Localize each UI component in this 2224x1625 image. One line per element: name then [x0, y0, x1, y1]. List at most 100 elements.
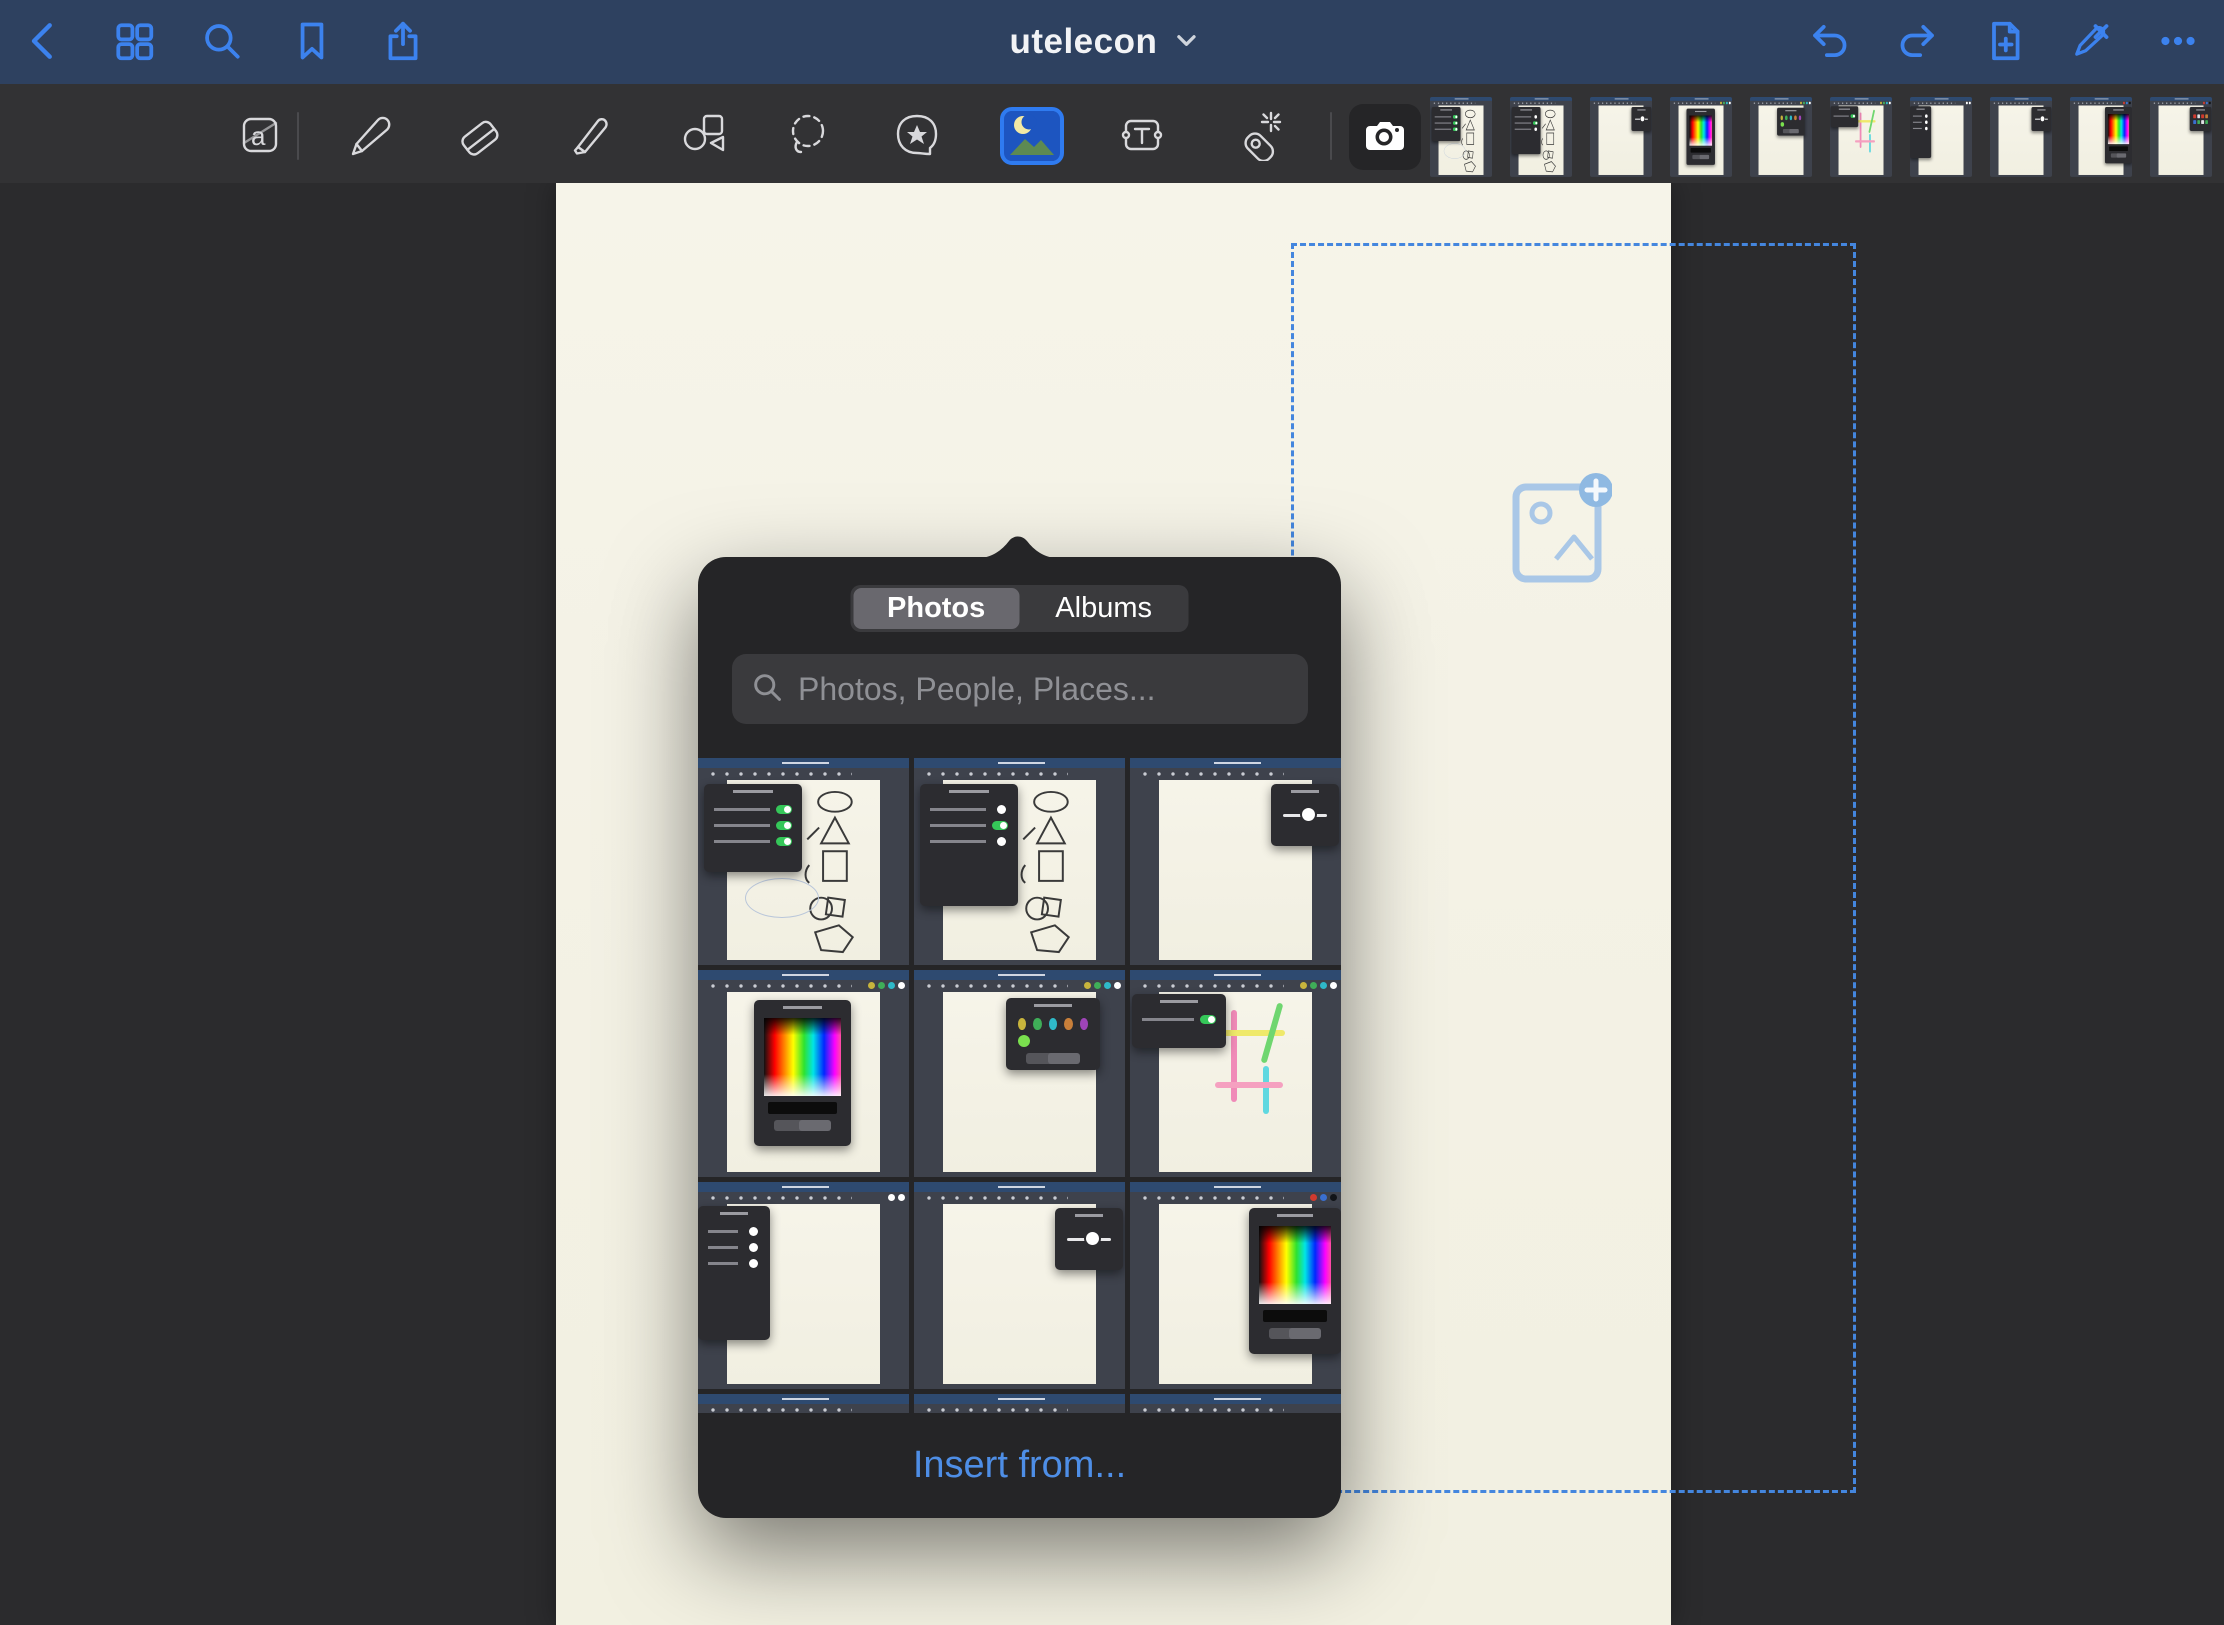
mini-screenshot-spectrum-center: [698, 970, 909, 1177]
app-window: utelecon a: [0, 0, 2224, 1625]
text-tool-icon: [1116, 109, 1168, 164]
tool-lasso[interactable]: [779, 107, 837, 165]
back-button[interactable]: [17, 14, 73, 70]
sticker-star-icon: [891, 109, 943, 164]
mini-screenshot-swatch-menu: [2150, 97, 2212, 177]
toolbar-divider: [297, 112, 299, 160]
photo-thumbnail-partial-row-screenshot-3[interactable]: [1130, 1394, 1341, 1413]
photo-thumbnail-highlighter-color-presets-screenshot[interactable]: [914, 970, 1125, 1177]
ellipsis-icon: [2156, 19, 2200, 66]
image-tool-icon: [1006, 109, 1058, 164]
photo-thumbnail-highlighter-lines-screenshot[interactable]: [1130, 970, 1341, 1177]
undo-button[interactable]: [1802, 14, 1858, 70]
photo-thumbnail-shape-tool-screenshot[interactable]: [914, 758, 1125, 965]
laser-pointer-icon: [1233, 109, 1285, 164]
photo-thumbnail-highlighter-color-picker-screenshot[interactable]: [698, 970, 909, 1177]
recent-photos-strip: [1430, 97, 2224, 177]
share-icon: [381, 19, 425, 66]
mini-screenshot-thickness-popover: [914, 1182, 1125, 1389]
search-icon: [200, 19, 244, 66]
photo-thumbnail-partial-row-screenshot-2[interactable]: [914, 1394, 1125, 1413]
mini-screenshot-blank: [698, 1394, 909, 1413]
tool-highlighter[interactable]: [562, 107, 620, 165]
document-title-group[interactable]: utelecon: [1009, 0, 1199, 84]
document-title: utelecon: [1009, 22, 1157, 62]
mini-screenshot-eraser-menu: [1910, 97, 1972, 177]
search-icon: [750, 670, 784, 709]
tool-elements[interactable]: [888, 107, 946, 165]
mini-screenshot-spectrum-right: [1130, 1182, 1341, 1389]
recent-photo-thumbnail[interactable]: [1830, 97, 1892, 177]
mini-screenshot-highlighter-strokes: [1830, 97, 1892, 177]
eraser-icon: [453, 109, 505, 164]
photo-search-input[interactable]: [798, 671, 1290, 708]
photo-thumbnail-eraser-options-screenshot[interactable]: [698, 1182, 909, 1389]
image-drop-region[interactable]: [1291, 243, 1856, 1493]
more-button[interactable]: [2150, 14, 2206, 70]
highlighter-icon: [565, 109, 617, 164]
canvas-area: PhotosAlbums Insert from...: [0, 183, 2224, 1625]
redo-icon: [1895, 19, 1939, 66]
tool-shapes[interactable]: [675, 107, 733, 165]
recent-photo-thumbnail[interactable]: [1510, 97, 1572, 177]
pen-off-button[interactable]: [2062, 14, 2118, 70]
lasso-icon: [782, 109, 834, 164]
tool-pen[interactable]: [341, 107, 399, 165]
tool-laser-pointer[interactable]: [1230, 107, 1288, 165]
mini-screenshot-shape-menu: [914, 758, 1125, 965]
photo-thumbnail-highlighter-thickness-screenshot[interactable]: [1130, 758, 1341, 965]
pen-icon: [344, 109, 396, 164]
recent-photo-thumbnail[interactable]: [2070, 97, 2132, 177]
mini-screenshot-spectrum-center: [1670, 97, 1732, 177]
svg-text:a: a: [251, 121, 266, 151]
tab-albums[interactable]: Albums: [1021, 588, 1186, 629]
photo-search-field[interactable]: [732, 654, 1308, 724]
photo-thumbnail-pen-color-picker-screenshot[interactable]: [1130, 1182, 1341, 1389]
search-button[interactable]: [194, 14, 250, 70]
photo-thumbnail-pen-thickness-screenshot[interactable]: [914, 1182, 1125, 1389]
top-nav-bar: utelecon: [0, 0, 2224, 84]
chevron-down-icon: [1173, 27, 1199, 58]
mini-screenshot-thickness-popover: [1130, 758, 1341, 965]
mini-screenshot-blank: [914, 1394, 1125, 1413]
recent-photo-thumbnail[interactable]: [1990, 97, 2052, 177]
tool-image-selected[interactable]: [1000, 107, 1064, 165]
tab-photos[interactable]: Photos: [853, 588, 1019, 629]
tool-zoom-writing[interactable]: a: [229, 107, 287, 165]
mini-screenshot-color-dots: [914, 970, 1125, 1177]
mini-screenshot-spectrum-right: [2070, 97, 2132, 177]
mini-screenshot-color-dots: [1750, 97, 1812, 177]
add-page-icon: [1983, 19, 2027, 66]
grid-icon: [112, 19, 156, 66]
mini-screenshot-thickness-popover: [1990, 97, 2052, 177]
tool-text[interactable]: [1113, 107, 1171, 165]
tools-toolbar: a: [0, 84, 2224, 183]
insert-from-button[interactable]: Insert from...: [698, 1413, 1341, 1518]
recent-photo-thumbnail[interactable]: [1590, 97, 1652, 177]
photo-thumbnail-partial-row-screenshot-1[interactable]: [698, 1394, 909, 1413]
bookmark-icon: [290, 19, 334, 66]
undo-icon: [1808, 19, 1852, 66]
zoom-writing-icon: a: [232, 109, 284, 164]
bookmark-button[interactable]: [284, 14, 340, 70]
photos-albums-tabs: PhotosAlbums: [850, 585, 1189, 632]
redo-button[interactable]: [1889, 14, 1945, 70]
recent-photo-thumbnail[interactable]: [1670, 97, 1732, 177]
page-thumbnails-button[interactable]: [106, 14, 162, 70]
share-button[interactable]: [375, 14, 431, 70]
photo-thumbnail-lasso-tool-screenshot[interactable]: [698, 758, 909, 965]
recent-photo-thumbnail[interactable]: [1750, 97, 1812, 177]
camera-icon: [1362, 113, 1408, 162]
image-placeholder-add-icon[interactable]: [1508, 463, 1612, 583]
mini-screenshot-shape-menu: [1510, 97, 1572, 177]
mini-screenshot-thickness-popover: [1590, 97, 1652, 177]
photo-grid: [698, 758, 1341, 1413]
tool-eraser[interactable]: [450, 107, 508, 165]
recent-photo-thumbnail[interactable]: [1430, 97, 1492, 177]
recent-photo-thumbnail[interactable]: [1910, 97, 1972, 177]
add-page-button[interactable]: [1977, 14, 2033, 70]
toolbar-divider: [1330, 112, 1332, 160]
camera-button[interactable]: [1349, 104, 1421, 170]
mini-screenshot-lasso-menu: [1430, 97, 1492, 177]
recent-photo-thumbnail[interactable]: [2150, 97, 2212, 177]
